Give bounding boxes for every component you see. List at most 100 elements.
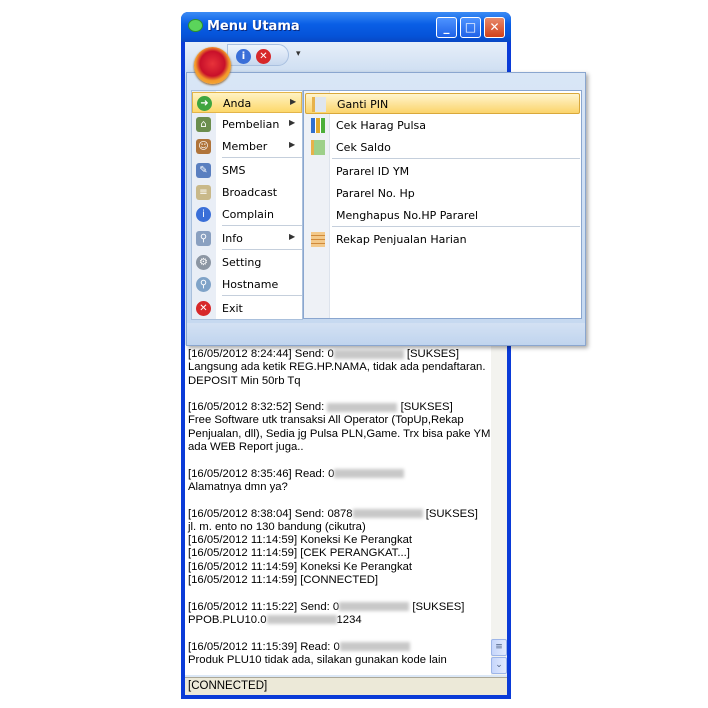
log-line: [16/05/2012 11:14:59] Koneksi Ke Perangk… (188, 561, 488, 574)
submenu-item-cek-saldo[interactable]: Cek Saldo (305, 137, 580, 158)
redacted-number (333, 349, 404, 359)
submenu-arrow-icon: ▶ (289, 232, 296, 241)
quick-access-group: i ✕ (227, 44, 289, 66)
submenu-arrow-icon: ▶ (289, 118, 296, 127)
minimize-button[interactable]: _ (436, 17, 457, 38)
title-bar[interactable]: Menu Utama _ □ ✕ (181, 12, 511, 42)
menu-separator (332, 226, 580, 227)
scrollbar[interactable]: ≡ ⌄ (491, 345, 507, 675)
menu-item-member[interactable]: ☺ Member ▶ (192, 136, 302, 157)
log-line: DEPOSIT Min 50rb Tq (188, 375, 488, 388)
log-text: [16/05/2012 11:14:59] Koneksi Ke Perangk… (188, 534, 413, 547)
scrollbar-thumb[interactable]: ≡ (491, 639, 507, 656)
menu-item-setting[interactable]: ⚙ Setting (192, 252, 302, 273)
log-text: Alamatnya dmn ya? (188, 480, 288, 493)
table-icon (311, 232, 325, 247)
gear-icon: ⚙ (196, 255, 211, 270)
menu-item-info[interactable]: ⚲ Info ▶ (192, 228, 302, 249)
log-text: [16/05/2012 8:32:52] Send: (188, 401, 328, 414)
log-text: Langsung ada ketik REG.HP.NAMA, tidak ad… (188, 361, 486, 374)
close-icon[interactable]: ✕ (256, 49, 271, 64)
log-line: Free Software utk transaksi All Operator… (188, 414, 488, 427)
log-line: [16/05/2012 11:15:39] Read: 0 (188, 641, 488, 654)
log-text: [SUKSES] (403, 348, 459, 360)
log-line: Produk PLU10 tidak ada, silakan gunakan … (188, 654, 488, 667)
close-button[interactable]: ✕ (484, 17, 505, 38)
menu-item-anda[interactable]: ➜ Anda ▶ (192, 92, 302, 113)
log-text: PPOB.PLU10.0 (188, 613, 267, 626)
log-text: Free Software utk transaksi All Operator… (188, 414, 464, 427)
application-menu-button[interactable] (194, 47, 231, 84)
document-icon: ≡ (196, 185, 211, 200)
log-line: [16/05/2012 8:35:46] Read: 0 (188, 468, 488, 481)
log-line: [16/05/2012 8:24:44] Send: 0 [SUKSES] (188, 348, 488, 361)
house-icon: ⌂ (196, 117, 211, 132)
menu-item-complain[interactable]: i Complain (192, 204, 302, 225)
menu-item-sms[interactable]: ✎ SMS (192, 160, 302, 181)
menu-separator (222, 225, 302, 226)
contact-book-icon: ☺ (196, 139, 211, 154)
submenu-item-menghapus-no-hp-pararel[interactable]: Menghapus No.HP Pararel (305, 205, 580, 226)
submenu-item-label: Rekap Penjualan Harian (336, 233, 467, 246)
redacted-number (334, 469, 405, 479)
log-line: [16/05/2012 11:14:59] [CEK PERANGKAT...] (188, 547, 488, 560)
log-text: [16/05/2012 8:38:04] Send: 0878 (188, 507, 353, 520)
menu-item-label: Setting (222, 256, 262, 269)
submenu-item-ganti-pin[interactable]: Ganti PIN (305, 93, 580, 114)
main-menu-list: ➜ Anda ▶ ⌂ Pembelian ▶ ☺ Member ▶ ✎ SMS ≡ Broadcast i… (191, 90, 303, 320)
scroll-down-button[interactable]: ⌄ (491, 657, 507, 674)
log-text: [16/05/2012 11:14:59] [CONNECTED] (188, 574, 379, 587)
menu-separator (332, 158, 580, 159)
submenu-item-rekap-penjualan-harian[interactable]: Rekap Penjualan Harian (305, 229, 580, 250)
log-line: [16/05/2012 11:14:59] [CONNECTED] (188, 574, 488, 587)
message-log[interactable]: [16/05/2012 8:24:44] Send: 0 [SUKSES] Lan… (185, 345, 491, 675)
log-line: [16/05/2012 11:14:59] Koneksi Ke Perangk… (188, 534, 488, 547)
info-icon[interactable]: i (236, 49, 251, 64)
log-text: [SUKSES] (422, 507, 478, 520)
menu-item-label: Broadcast (222, 186, 278, 199)
log-text: 1234 (336, 613, 362, 626)
menu-item-label: Hostname (222, 278, 279, 291)
log-text: DEPOSIT Min 50rb Tq (188, 374, 301, 387)
bar-chart-icon (311, 118, 325, 133)
arrow-right-circle-icon: ➜ (197, 96, 212, 111)
log-text: Produk PLU10 tidak ada, silakan gunakan … (188, 653, 447, 666)
submenu-item-label: Cek Saldo (336, 141, 391, 154)
submenu-item-label: Ganti PIN (337, 98, 389, 111)
log-text: [16/05/2012 11:15:22] Send: 0 (188, 600, 340, 613)
info-icon: i (196, 207, 211, 222)
submenu-item-cek-harag-pulsa[interactable]: Cek Harag Pulsa (305, 115, 580, 136)
menu-item-hostname[interactable]: ⚲ Hostname (192, 274, 302, 295)
redacted-number (266, 615, 337, 625)
log-line: ada WEB Report juga.. (188, 441, 488, 454)
menu-item-label: Complain (222, 208, 274, 221)
submenu-item-label: Pararel ID YM (336, 165, 410, 178)
log-text: [16/05/2012 8:24:44] Send: 0 (188, 348, 334, 360)
edit-document-icon (312, 97, 326, 112)
menu-separator (222, 295, 302, 296)
menu-item-pembelian[interactable]: ⌂ Pembelian ▶ (192, 114, 302, 135)
menu-item-exit[interactable]: ✕ Exit (192, 298, 302, 319)
submenu-item-pararel-no-hp[interactable]: Pararel No. Hp (305, 183, 580, 204)
log-text: [16/05/2012 11:14:59] Koneksi Ke Perangk… (188, 560, 413, 573)
redacted-number (352, 509, 423, 519)
log-text: [16/05/2012 11:15:39] Read: 0 (188, 640, 340, 653)
log-text: [16/05/2012 11:14:59] [CEK PERANGKAT...] (188, 547, 410, 560)
menu-separator (222, 249, 302, 250)
menu-item-label: SMS (222, 164, 246, 177)
menu-footer (187, 323, 585, 345)
document-arrow-icon (311, 140, 325, 155)
log-line: Langsung ada ketik REG.HP.NAMA, tidak ad… (188, 361, 488, 374)
menu-item-label: Exit (222, 302, 243, 315)
submenu-item-pararel-id-ym[interactable]: Pararel ID YM (305, 161, 580, 182)
customize-toolbar-button[interactable]: ▾ (296, 49, 301, 59)
quick-access-toolbar: i ✕ ▾ (185, 42, 507, 72)
maximize-button[interactable]: □ (460, 17, 481, 38)
log-line: [16/05/2012 8:32:52] Send: [SUKSES] (188, 401, 488, 414)
menu-item-broadcast[interactable]: ≡ Broadcast (192, 182, 302, 203)
log-text: jl. m. ento no 130 bandung (cikutra) (188, 520, 366, 533)
menu-item-label: Info (222, 232, 243, 245)
